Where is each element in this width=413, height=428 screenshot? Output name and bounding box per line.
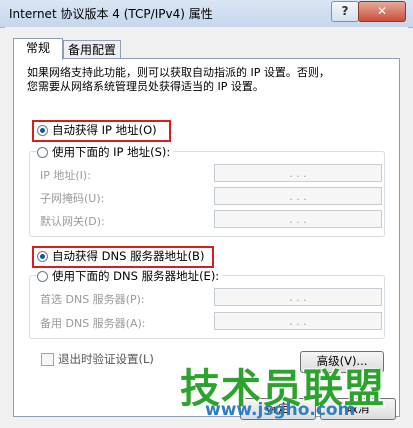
default-gateway-label: 默认网关(D): [40,215,105,228]
ip-address-label: IP 地址(I): [40,169,91,182]
highlight-box-dns [32,246,214,268]
manual-dns-label: 使用下面的 DNS 服务器地址(E): [52,269,220,283]
validate-on-exit-option[interactable]: 退出时验证设置(L) [41,351,154,367]
validate-on-exit-label: 退出时验证设置(L) [58,352,154,366]
preferred-dns-field[interactable]: . . . [214,288,382,306]
tab-alternate-config[interactable]: 备用配置 [63,40,121,60]
description-line-2: 您需要从网络系统管理员处获得适当的 IP 设置。 [27,80,264,93]
watermark-url: www.jsgho.com [205,400,356,420]
subnet-mask-label: 子网掩码(U): [40,192,105,205]
validate-on-exit-checkbox[interactable] [41,352,54,366]
ip-address-field[interactable]: . . . [214,164,382,182]
description-line-1: 如果网络支持此功能，则可以获取自动指派的 IP 设置。否则， [27,66,330,79]
manual-dns-radio[interactable] [37,270,48,282]
title-bar: Internet 协议版本 4 (TCP/IPv4) 属性 ? ✕ [0,0,413,28]
help-button[interactable]: ? [331,1,359,22]
manual-ip-label: 使用下面的 IP 地址(S): [52,145,171,159]
tab-general[interactable]: 常规 [13,38,63,60]
highlight-box-ip [32,120,171,142]
subnet-mask-field[interactable]: . . . [214,187,382,205]
window-title: Internet 协议版本 4 (TCP/IPv4) 属性 [9,7,213,21]
alternate-dns-field[interactable]: . . . [214,312,382,330]
preferred-dns-label: 首选 DNS 服务器(P): [40,293,145,306]
default-gateway-field[interactable]: . . . [214,210,382,228]
alternate-dns-label: 备用 DNS 服务器(A): [40,317,146,330]
close-button[interactable]: ✕ [358,1,406,22]
description: 如果网络支持此功能，则可以获取自动指派的 IP 设置。否则， 您需要从网络系统管… [27,66,377,94]
manual-ip-option[interactable]: 使用下面的 IP 地址(S): [37,143,174,161]
manual-ip-radio[interactable] [37,146,48,158]
manual-dns-option[interactable]: 使用下面的 DNS 服务器地址(E): [37,267,223,285]
